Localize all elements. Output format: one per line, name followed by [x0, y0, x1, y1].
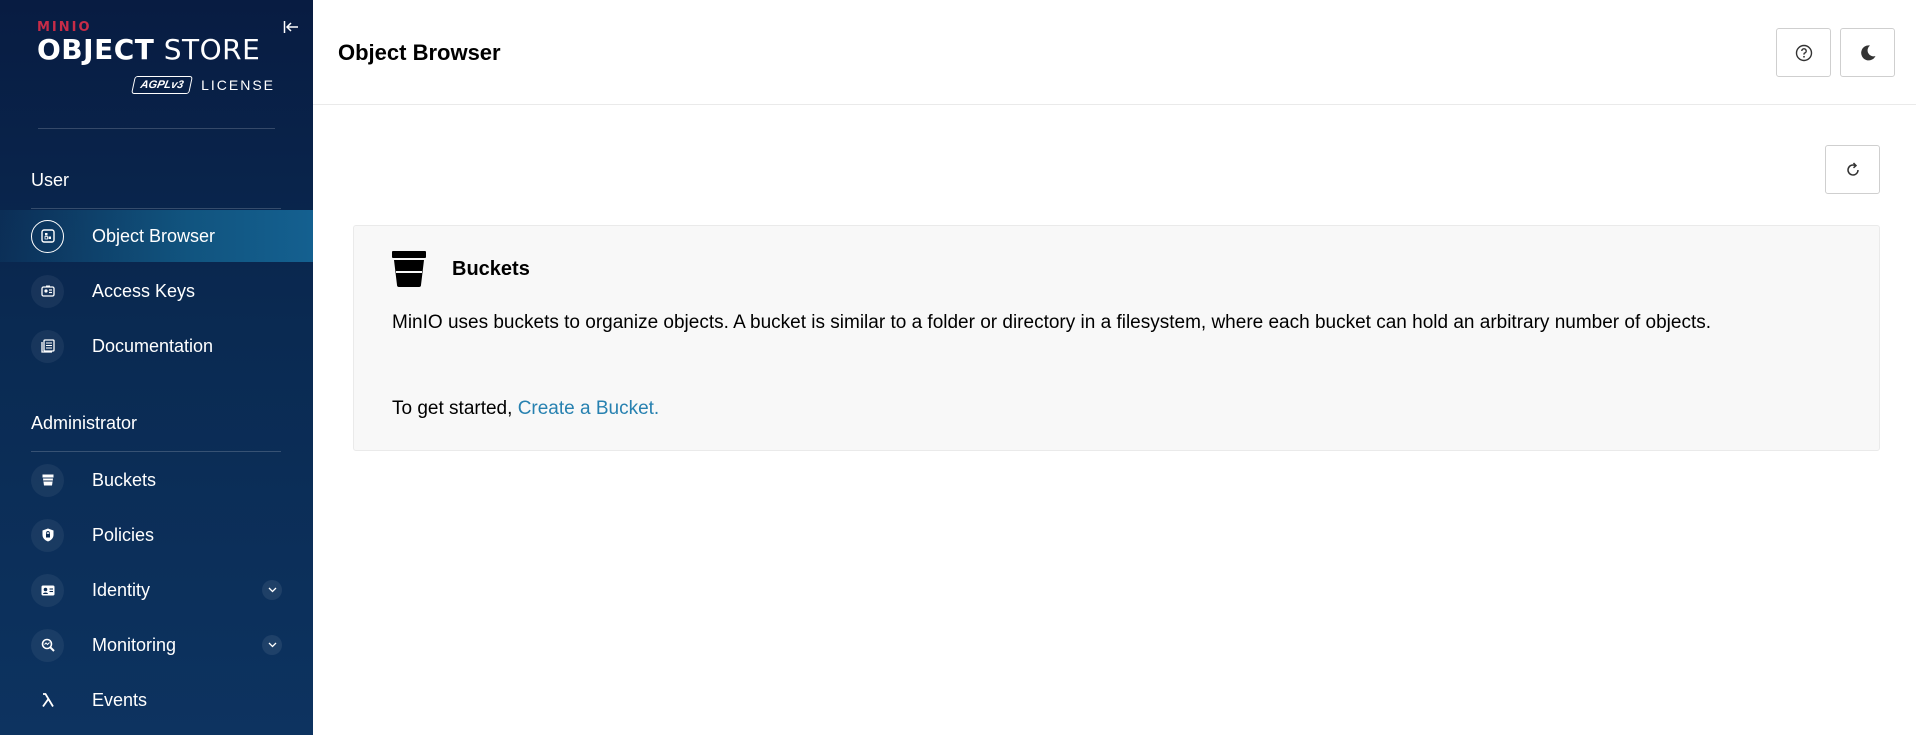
collapse-sidebar-button[interactable]	[280, 16, 302, 38]
chevron-down-icon[interactable]	[262, 635, 282, 655]
bucket-icon	[392, 251, 426, 287]
section-divider	[31, 208, 281, 209]
sidebar-item-label: Buckets	[92, 469, 157, 490]
app-root: MINIO OBJECT STORE AGPLv3 LICENSE User O…	[0, 0, 1916, 735]
refresh-button[interactable]	[1825, 145, 1880, 194]
sidebar-item-documentation[interactable]: Documentation	[0, 320, 313, 372]
sidebar-item-label: Access Keys	[92, 280, 196, 301]
minio-logo[interactable]: MINIO OBJECT STORE AGPLv3 LICENSE	[37, 20, 277, 100]
sidebar: MINIO OBJECT STORE AGPLv3 LICENSE User O…	[0, 0, 313, 735]
sidebar-item-identity[interactable]: Identity	[0, 564, 313, 616]
refresh-icon	[1846, 161, 1859, 176]
logo-license: AGPLv3 LICENSE	[131, 76, 275, 94]
access-keys-icon	[31, 274, 64, 308]
object-browser-icon	[31, 219, 64, 253]
sidebar-divider	[38, 128, 275, 129]
info-description: MinIO uses buckets to organize objects. …	[392, 312, 1712, 333]
sidebar-item-label: Documentation	[92, 335, 214, 356]
collapse-left-icon	[283, 21, 298, 33]
agpl-badge: AGPLv3	[131, 76, 193, 94]
theme-toggle-button[interactable]	[1840, 28, 1895, 77]
logo-product: OBJECT STORE	[37, 33, 261, 66]
info-title: Buckets	[452, 258, 530, 280]
chevron-down-icon[interactable]	[262, 580, 282, 600]
section-title-administrator: Administrator	[31, 413, 138, 433]
section-divider	[31, 451, 281, 452]
create-bucket-link[interactable]: Create a Bucket.	[518, 398, 660, 419]
sidebar-item-object-browser[interactable]: Object Browser	[0, 210, 313, 262]
help-button[interactable]	[1776, 28, 1831, 77]
sidebar-item-access-keys[interactable]: Access Keys	[0, 265, 313, 317]
identity-card-icon	[31, 573, 64, 607]
moon-icon	[1860, 44, 1875, 60]
info-cta: To get started, Create a Bucket.	[392, 398, 659, 420]
documentation-icon	[31, 329, 64, 363]
buckets-info-box: Buckets MinIO uses buckets to organize o…	[353, 225, 1880, 451]
sidebar-item-monitoring[interactable]: Monitoring	[0, 619, 313, 671]
sidebar-item-events[interactable]: Events	[0, 674, 313, 726]
sidebar-item-label: Identity	[92, 579, 151, 600]
page-title: Object Browser	[338, 40, 501, 65]
sidebar-item-label: Events	[92, 689, 148, 710]
sidebar-item-label: Object Browser	[92, 225, 216, 246]
sidebar-item-label: Policies	[92, 524, 155, 545]
help-circle-icon	[1795, 44, 1812, 61]
sidebar-item-label: Monitoring	[92, 634, 177, 655]
sidebar-item-policies[interactable]: Policies	[0, 509, 313, 561]
cta-prefix: To get started,	[392, 398, 518, 419]
monitoring-search-icon	[31, 628, 64, 662]
page-header: Object Browser	[313, 0, 1916, 105]
lambda-icon	[31, 684, 64, 717]
sidebar-item-buckets[interactable]: Buckets	[0, 454, 313, 506]
bucket-icon	[31, 463, 64, 497]
license-text: LICENSE	[201, 77, 275, 93]
section-title-user: User	[31, 170, 70, 190]
policy-shield-icon	[31, 518, 64, 552]
